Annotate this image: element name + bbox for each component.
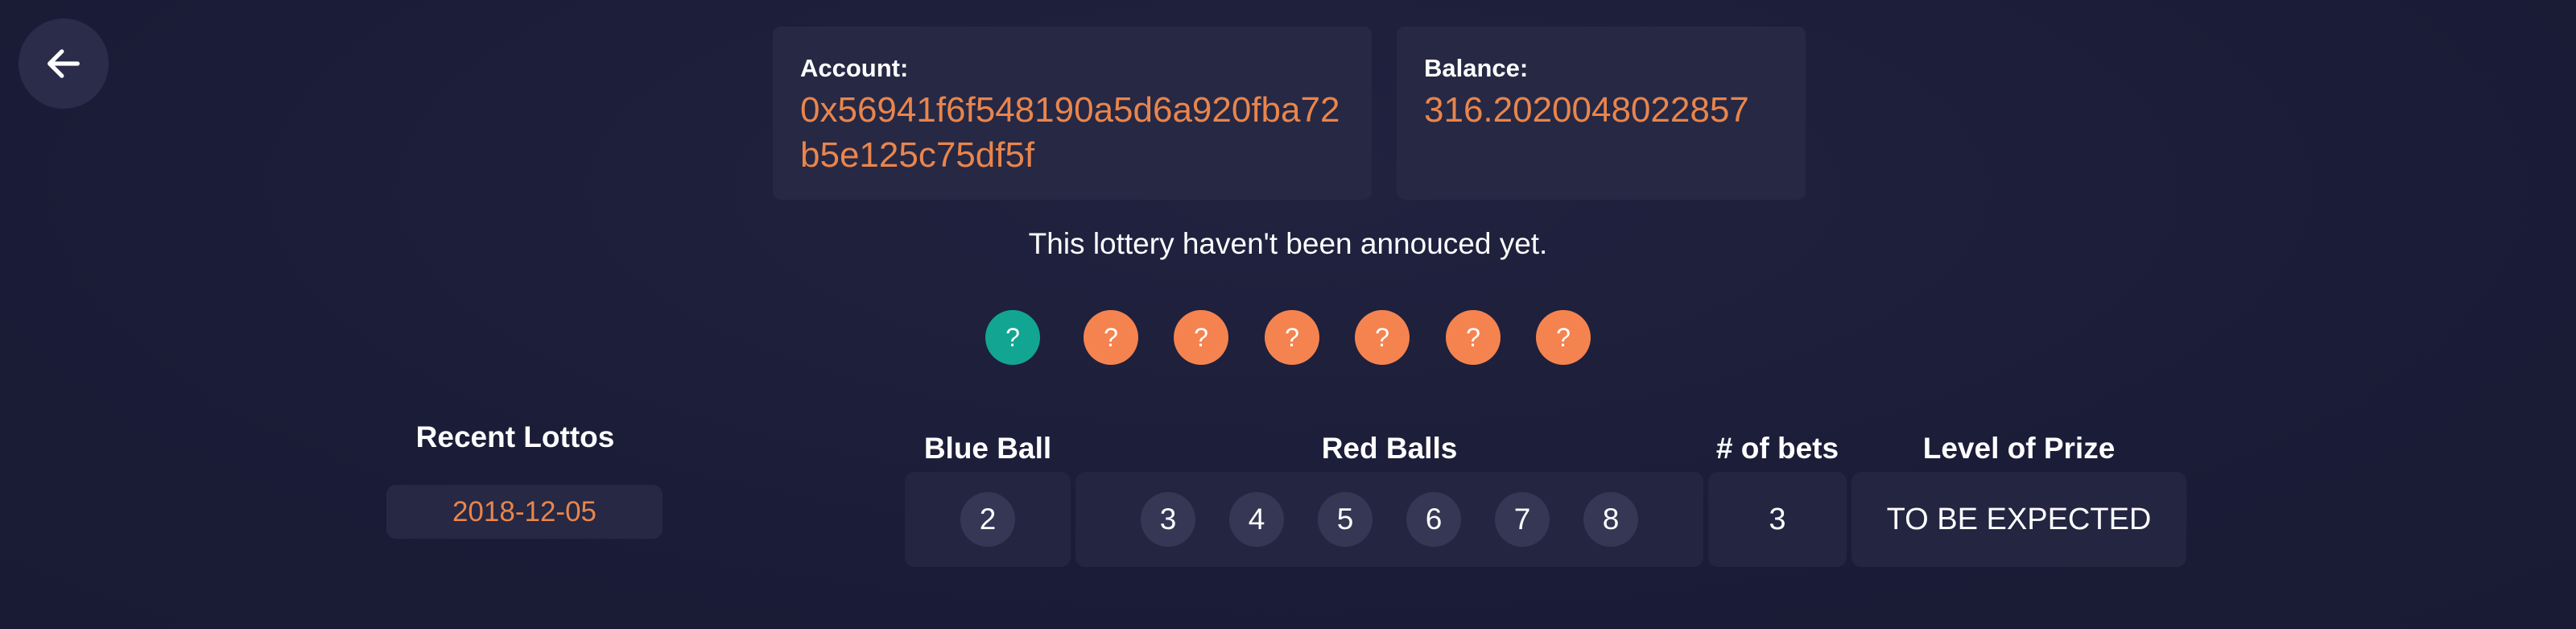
pending-red-ball: ? <box>1084 310 1138 365</box>
balance-card: Balance: 316.2020048022857 <box>1397 27 1806 200</box>
account-address: 0x56941f6f548190a5d6a920fba72b5e125c75df… <box>800 90 1340 175</box>
pending-red-ball: ? <box>1446 310 1501 365</box>
pending-red-ball: ? <box>1174 310 1228 365</box>
header-num-bets: # of bets <box>1715 432 1839 465</box>
pending-red-ball: ? <box>1265 310 1319 365</box>
pending-red-ball: ? <box>1355 310 1410 365</box>
red-ball-number: 6 <box>1406 492 1461 547</box>
red-balls-cell: 3 4 5 6 7 8 <box>1075 472 1703 567</box>
red-ball-number: 8 <box>1583 492 1638 547</box>
recent-lotto-item[interactable]: 2018-12-05 <box>386 485 663 539</box>
num-bets-cell: 3 <box>1708 472 1847 567</box>
blue-ball-number: 2 <box>960 492 1015 547</box>
num-bets-value: 3 <box>1769 502 1786 536</box>
header-red-balls: Red Balls <box>1321 432 1458 465</box>
red-ball-number: 3 <box>1141 492 1195 547</box>
red-ball-number: 7 <box>1495 492 1550 547</box>
blue-ball-cell: 2 <box>905 472 1071 567</box>
red-ball-number: 5 <box>1318 492 1373 547</box>
account-card: Account: 0x56941f6f548190a5d6a920fba72b5… <box>773 27 1372 200</box>
header-blue-ball: Blue Ball <box>923 432 1052 465</box>
recent-lottos-title: Recent Lottos <box>415 420 615 453</box>
red-ball-number: 4 <box>1229 492 1284 547</box>
lottery-status-message: This lottery haven't been annouced yet. <box>1028 227 1548 260</box>
prize-level-value: TO BE EXPECTED <box>1886 502 2152 536</box>
balance-label: Balance: <box>1424 54 1529 82</box>
back-button[interactable] <box>19 19 109 109</box>
account-label: Account: <box>800 54 909 82</box>
header-prize-level: Level of Prize <box>1922 432 2116 465</box>
arrow-left-icon <box>47 49 80 78</box>
pending-red-ball: ? <box>1536 310 1591 365</box>
pending-balls-row: ? ? ? ? ? ? ? <box>0 310 2576 366</box>
balance-value: 316.2020048022857 <box>1424 90 1749 130</box>
pending-blue-ball: ? <box>985 310 1040 365</box>
prize-level-cell: TO BE EXPECTED <box>1852 472 2186 567</box>
